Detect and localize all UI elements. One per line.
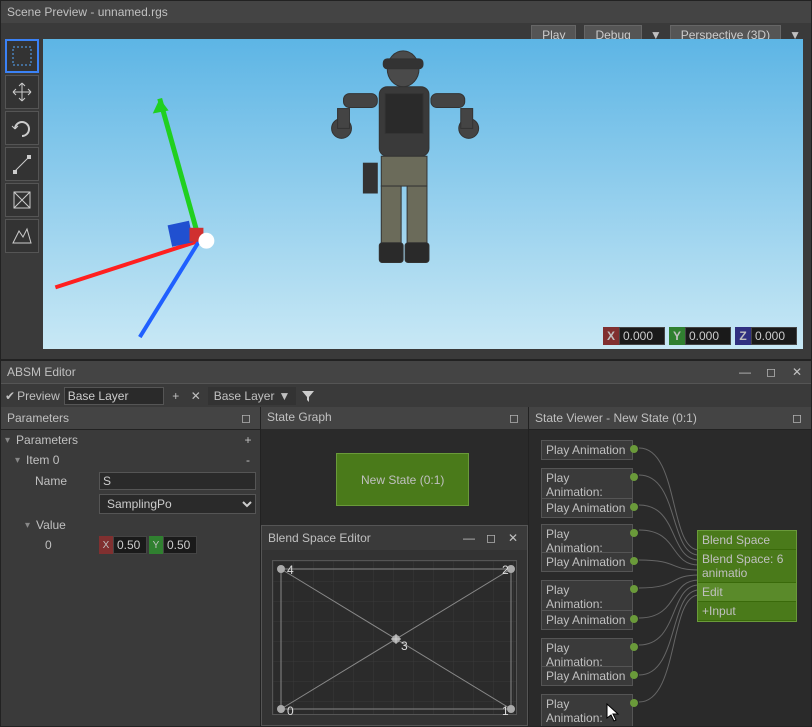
- blend-node-header: Blend Space: [698, 531, 796, 550]
- close-icon[interactable]: ✕: [505, 530, 521, 546]
- play-anim-node[interactable]: Play Animation: [541, 552, 633, 572]
- tree-toggle-icon[interactable]: ▾: [5, 520, 32, 531]
- parameters-panel: Parameters ◻ ▾ Parameters + ▾ Item 0 - N…: [1, 407, 261, 726]
- blend-point-1[interactable]: 1: [502, 704, 514, 716]
- maximize-icon[interactable]: ◻: [483, 530, 499, 546]
- blend-canvas[interactable]: 4 2 3 0 1: [272, 560, 517, 715]
- scene-title: Scene Preview - unnamed.rgs: [7, 5, 805, 19]
- coord-readout: X Y Z: [603, 327, 797, 345]
- minimize-icon[interactable]: —: [737, 364, 753, 380]
- play-anim-node[interactable]: Play Animation: [541, 666, 633, 686]
- absm-editor-panel: ABSM Editor — ◻ ✕ ✔Preview + ✕ Base Laye…: [0, 360, 812, 727]
- coord-y-label: Y: [669, 327, 685, 345]
- blend-editor-header: Blend Space Editor — ◻ ✕: [262, 526, 527, 550]
- character-mesh: [332, 51, 479, 263]
- filter-icon[interactable]: [300, 388, 316, 404]
- maximize-icon[interactable]: ◻: [763, 364, 779, 380]
- blend-grid: [273, 561, 516, 714]
- absm-body: Parameters ◻ ▾ Parameters + ▾ Item 0 - N…: [1, 407, 811, 726]
- viewport-svg: [43, 39, 803, 349]
- tree-toggle-icon[interactable]: ▾: [5, 435, 12, 446]
- value-index: 0: [5, 538, 95, 552]
- state-graph-canvas[interactable]: New State (0:1): [261, 429, 528, 539]
- scene-title-bar: Scene Preview - unnamed.rgs: [1, 1, 811, 23]
- state-viewer-title: State Viewer - New State (0:1): [535, 411, 697, 425]
- blend-node-edit[interactable]: Edit: [698, 583, 796, 602]
- tree-toggle-icon[interactable]: ▾: [5, 455, 22, 466]
- blend-space-editor: Blend Space Editor — ◻ ✕ 4 2 3: [261, 525, 528, 726]
- coord-x-label: X: [603, 327, 619, 345]
- add-layer-icon[interactable]: +: [168, 388, 184, 404]
- name-label: Name: [5, 474, 95, 488]
- absm-toolbar: ✔Preview + ✕ Base Layer▼: [1, 383, 811, 407]
- coord-z-input[interactable]: [751, 327, 797, 345]
- scene-viewport[interactable]: X Y Z: [43, 39, 803, 349]
- coord-z-label: Z: [735, 327, 751, 345]
- state-graph-header: State Graph ◻: [261, 407, 528, 429]
- middle-column: State Graph ◻ New State (0:1) Blend Spac…: [261, 407, 529, 726]
- scene-preview-panel: Scene Preview - unnamed.rgs Play Debug ▼…: [0, 0, 812, 360]
- param-type-select[interactable]: SamplingPo: [99, 494, 256, 514]
- close-icon[interactable]: ✕: [789, 364, 805, 380]
- blend-point-2[interactable]: 2: [502, 563, 514, 575]
- cursor-icon: [605, 702, 621, 722]
- layer-selector[interactable]: Base Layer▼: [208, 387, 297, 405]
- absm-title-bar: ABSM Editor — ◻ ✕: [1, 361, 811, 383]
- select-tool[interactable]: [5, 39, 39, 73]
- state-node[interactable]: New State (0:1): [336, 453, 469, 506]
- play-anim-node[interactable]: Play Animation: [541, 498, 633, 518]
- y-label: Y: [149, 536, 163, 554]
- x-label: X: [99, 536, 113, 554]
- chevron-down-icon: ▼: [278, 389, 290, 403]
- absm-title: ABSM Editor: [7, 365, 731, 379]
- coord-x-input[interactable]: [619, 327, 665, 345]
- coord-y-input[interactable]: [685, 327, 731, 345]
- param-name-input[interactable]: [99, 472, 256, 490]
- blend-node-input[interactable]: +Input: [698, 602, 796, 621]
- rotate-tool[interactable]: [5, 111, 39, 145]
- play-anim-node[interactable]: Play Animation: [541, 440, 633, 460]
- tool-column: [5, 39, 39, 253]
- move-tool[interactable]: [5, 75, 39, 109]
- param-x-input[interactable]: [113, 536, 147, 554]
- value-label: Value: [36, 518, 256, 532]
- add-param-icon[interactable]: +: [240, 432, 256, 448]
- parameters-heading: Parameters: [16, 433, 236, 447]
- blend-space-node[interactable]: Blend Space Blend Space: 6 animatio Edit…: [697, 530, 797, 622]
- scale-tool[interactable]: [5, 147, 39, 181]
- blend-node-row: Blend Space: 6 animatio: [698, 550, 796, 583]
- blend-editor-title: Blend Space Editor: [268, 531, 455, 545]
- blend-point-3[interactable]: 3: [401, 639, 413, 651]
- state-graph-title: State Graph: [267, 410, 332, 426]
- bounds-tool[interactable]: [5, 183, 39, 217]
- preview-checkbox[interactable]: ✔Preview: [5, 389, 60, 403]
- item-label: Item 0: [26, 453, 236, 467]
- blend-point-0[interactable]: 0: [287, 704, 299, 716]
- remove-item-icon[interactable]: -: [240, 452, 256, 468]
- dock-icon[interactable]: ◻: [789, 410, 805, 426]
- gizmo-y-axis: [160, 99, 200, 241]
- param-y-input[interactable]: [163, 536, 197, 554]
- dock-icon[interactable]: ◻: [506, 410, 522, 426]
- parameters-title: Parameters: [7, 411, 69, 425]
- dock-icon[interactable]: ◻: [238, 410, 254, 426]
- gizmo-x-axis: [55, 241, 199, 288]
- play-anim-node[interactable]: Play Animation: [541, 610, 633, 630]
- remove-layer-icon[interactable]: ✕: [188, 388, 204, 404]
- layer-name-input[interactable]: [64, 387, 164, 405]
- minimize-icon[interactable]: —: [461, 530, 477, 546]
- state-viewer-panel: State Viewer - New State (0:1) ◻ Play An…: [529, 407, 811, 726]
- terrain-tool[interactable]: [5, 219, 39, 253]
- state-viewer-canvas[interactable]: Play Animation Play Animation: agent_s P…: [529, 430, 811, 726]
- blend-point-4[interactable]: 4: [287, 563, 299, 575]
